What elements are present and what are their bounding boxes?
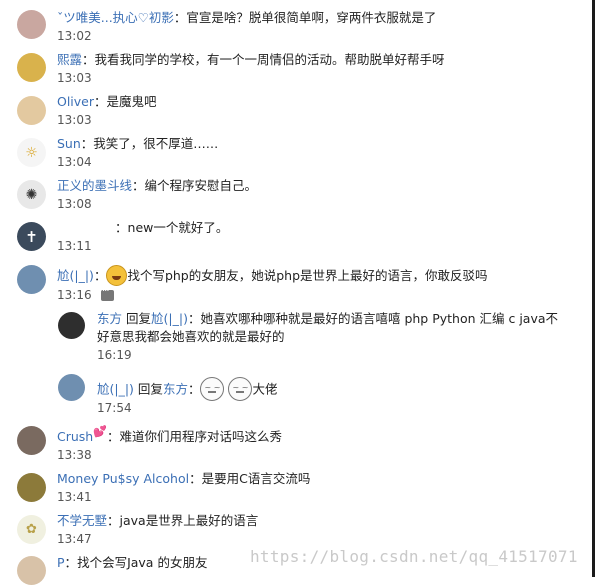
comment-author-name[interactable]: Crush xyxy=(57,429,93,444)
avatar[interactable] xyxy=(58,374,85,401)
comment-text: new一个就好了。 xyxy=(127,220,229,235)
reply-label: 回复 xyxy=(137,381,163,397)
avatar[interactable] xyxy=(17,10,46,39)
comment-time: 13:11 xyxy=(57,239,92,253)
separator: ： xyxy=(132,178,145,193)
comment-time: 13:08 xyxy=(57,197,92,211)
comment-text: 难道你们用程序对话吗这么秀 xyxy=(119,429,282,444)
avatar[interactable] xyxy=(17,53,46,82)
reply-label: 回复 xyxy=(126,311,152,326)
comment-author-name[interactable]: Sun xyxy=(57,136,81,151)
separator: ： xyxy=(173,10,187,25)
reply-text-line-2: 好意思我都会她喜欢的就是最好的 xyxy=(97,329,285,344)
separator: ： xyxy=(187,311,201,326)
comment-text: 是魔鬼吧 xyxy=(106,94,157,109)
comment-time: 13:38 xyxy=(57,448,92,462)
avatar[interactable] xyxy=(58,312,85,339)
comment-text: 我笑了，很不厚道…… xyxy=(93,136,219,151)
heart-icon: 💕 xyxy=(93,425,107,438)
comment-text: 编个程序安慰自己。 xyxy=(144,178,258,193)
avatar[interactable] xyxy=(17,265,46,294)
comment-author-name[interactable]: 正义的墨斗线 xyxy=(57,178,132,193)
comment-author-name[interactable]: Money Pu$sy Alcohol xyxy=(57,471,189,486)
separator: ： xyxy=(187,381,201,397)
avatar[interactable] xyxy=(17,556,46,585)
reply-time: 17:54 xyxy=(97,401,132,415)
reply-text: 大佬 xyxy=(252,381,278,397)
avatar[interactable] xyxy=(17,426,46,455)
separator: ： xyxy=(189,471,202,486)
meh-emoji-icon xyxy=(228,377,253,401)
comment-author-name[interactable]: ˇツ唯美...执心♡初影 xyxy=(57,10,174,25)
separator: ： xyxy=(80,136,94,151)
reply-icon[interactable] xyxy=(101,286,114,301)
comment-text: 官宣是啥？脱单很简单啊，穿两件衣服就是了 xyxy=(186,10,437,25)
comment-author-name[interactable]: 不学无墅 xyxy=(57,513,107,528)
watermark-text: https://blog.csdn.net/qq_41517071 xyxy=(250,547,578,566)
separator: ： xyxy=(93,268,107,283)
comment-time: 13:04 xyxy=(57,155,92,169)
separator: ： xyxy=(115,220,128,235)
avatar[interactable]: ✺ xyxy=(17,180,46,209)
comment-author-name[interactable]: 尬(|_|) xyxy=(57,268,94,283)
comment-author-name[interactable]: P xyxy=(57,555,65,570)
comment-time: 13:03 xyxy=(57,71,92,85)
comment-time: 13:16 xyxy=(57,288,92,302)
comment-text: 是要用C语言交流吗 xyxy=(201,471,311,486)
reply-author-name[interactable]: 东方 xyxy=(97,311,122,326)
separator: ： xyxy=(106,429,120,444)
laugh-emoji-icon xyxy=(106,265,128,286)
reply-author-name[interactable]: 尬(|_|) xyxy=(97,382,134,397)
avatar[interactable]: ✿ xyxy=(17,515,46,544)
comment-time: 13:41 xyxy=(57,490,92,504)
comment-author-name[interactable]: 熙露 xyxy=(57,52,82,67)
comment-author-name[interactable]: Oliver xyxy=(57,94,94,109)
avatar[interactable] xyxy=(17,473,46,502)
comment-text: 找个会写Java 的女朋友 xyxy=(77,555,208,570)
comment-text: 找个写php的女朋友，她说php是世界上最好的语言，你敢反驳吗 xyxy=(127,268,488,283)
reply-time: 16:19 xyxy=(97,348,132,362)
separator: ： xyxy=(64,555,78,570)
reply-target-name[interactable]: 尬(|_|) xyxy=(151,311,188,326)
comment-time: 13:47 xyxy=(57,532,92,546)
avatar[interactable]: ☼ xyxy=(17,138,46,167)
meh-emoji-icon xyxy=(200,377,225,401)
comment-text: java是世界上最好的语言 xyxy=(119,513,259,528)
separator: ： xyxy=(107,513,120,528)
avatar[interactable] xyxy=(17,96,46,125)
separator: ： xyxy=(82,52,95,67)
comment-time: 13:02 xyxy=(57,29,92,43)
reply-text-line-1: 她喜欢哪种哪种就是最好的语言嘻嘻 php Python 汇编 c java不 xyxy=(200,311,559,326)
reply-target-name[interactable]: 东方 xyxy=(163,382,188,397)
comment-text: 我看我同学的学校，有一个一周情侣的活动。帮助脱单好帮手呀 xyxy=(94,52,445,67)
comment-time: 13:03 xyxy=(57,113,92,127)
separator: ： xyxy=(94,94,107,109)
avatar[interactable]: ✝ xyxy=(17,222,46,251)
